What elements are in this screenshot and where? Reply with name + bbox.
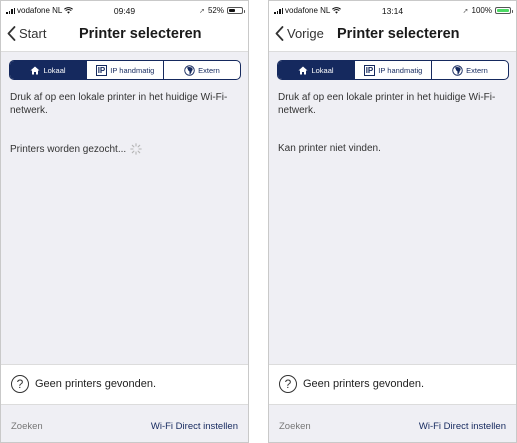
tab-label: Extern [198, 65, 220, 75]
tab-label: Extern [466, 65, 488, 75]
navigation-bar: Vorige Printer selecteren [269, 19, 516, 51]
location-icon: ➚ [462, 7, 469, 15]
question-circle-icon[interactable]: ? [279, 375, 297, 393]
description-text: Druk af op een lokale printer in het hui… [10, 92, 228, 116]
no-printers-message: Geen printers gevonden. [35, 378, 157, 390]
globe-icon [452, 64, 463, 76]
tab-label: Lokaal [311, 65, 334, 75]
ip-icon: IP [95, 64, 108, 76]
tab-label: Lokaal [43, 65, 66, 75]
back-button[interactable]: Vorige [275, 26, 324, 41]
bottom-toolbar: Zoeken Wi-Fi Direct instellen [269, 404, 516, 442]
ip-icon: IP [363, 64, 376, 76]
tab-extern[interactable]: Extern [163, 61, 240, 79]
status-text-row: Printers worden gezocht... [10, 143, 142, 155]
battery-icon [227, 7, 245, 14]
main-content: Lokaal IP IP handmatig Extern Druk af op… [1, 51, 248, 365]
phone-screen-left: vodafone NL 09:49 ➚ 52% Start Printer se… [0, 0, 249, 443]
tab-lokaal[interactable]: Lokaal [278, 61, 354, 79]
tab-label: IP handmatig [110, 65, 155, 75]
status-bar: vodafone NL 09:49 ➚ 52% [1, 1, 248, 19]
status-bar: vodafone NL 13:14 ➚ 100% [269, 1, 516, 19]
page-title: Printer selecteren [79, 26, 202, 42]
loading-spinner-icon [130, 143, 142, 155]
navigation-bar: Start Printer selecteren [1, 19, 248, 51]
battery-percentage: 52% [207, 6, 224, 15]
back-label: Vorige [287, 26, 324, 41]
description-text: Druk af op een lokale printer in het hui… [278, 92, 496, 116]
back-label: Start [19, 26, 47, 41]
status-text: Kan printer niet vinden. [278, 143, 381, 154]
back-button[interactable]: Start [7, 26, 46, 41]
question-circle-icon[interactable]: ? [11, 375, 29, 393]
location-icon: ➚ [199, 7, 205, 15]
chevron-left-icon [7, 26, 16, 41]
no-printers-message: Geen printers gevonden. [303, 378, 425, 390]
search-button[interactable]: Zoeken [11, 421, 43, 432]
house-icon [30, 66, 40, 74]
connection-type-tabs: Lokaal IP IP handmatig Extern [9, 60, 241, 80]
phone-screen-right: vodafone NL 13:14 ➚ 100% Vorige Printer … [268, 0, 517, 443]
wifi-direct-setup-button[interactable]: Wi-Fi Direct instellen [151, 421, 238, 432]
page-title: Printer selecteren [337, 26, 460, 42]
bottom-toolbar: Zoeken Wi-Fi Direct instellen [1, 404, 248, 442]
chevron-left-icon [275, 26, 284, 41]
main-content: Lokaal IP IP handmatig Extern Druk af op… [269, 51, 516, 365]
connection-type-tabs: Lokaal IP IP handmatig Extern [277, 60, 509, 80]
globe-icon [184, 64, 195, 76]
search-button[interactable]: Zoeken [279, 421, 311, 432]
status-text: Printers worden gezocht... [10, 143, 127, 155]
tab-extern[interactable]: Extern [431, 61, 508, 79]
status-text-row: Kan printer niet vinden. [278, 143, 381, 154]
info-panel: ? Geen printers gevonden. [269, 364, 516, 405]
info-panel: ? Geen printers gevonden. [1, 364, 248, 405]
battery-icon [495, 7, 513, 14]
wifi-direct-setup-button[interactable]: Wi-Fi Direct instellen [419, 421, 506, 432]
tab-ip-handmatig[interactable]: IP IP handmatig [86, 61, 163, 79]
tab-label: IP handmatig [378, 65, 423, 75]
house-icon [298, 66, 308, 74]
battery-percentage: 100% [471, 6, 492, 15]
tab-lokaal[interactable]: Lokaal [10, 61, 86, 79]
tab-ip-handmatig[interactable]: IP IP handmatig [354, 61, 431, 79]
